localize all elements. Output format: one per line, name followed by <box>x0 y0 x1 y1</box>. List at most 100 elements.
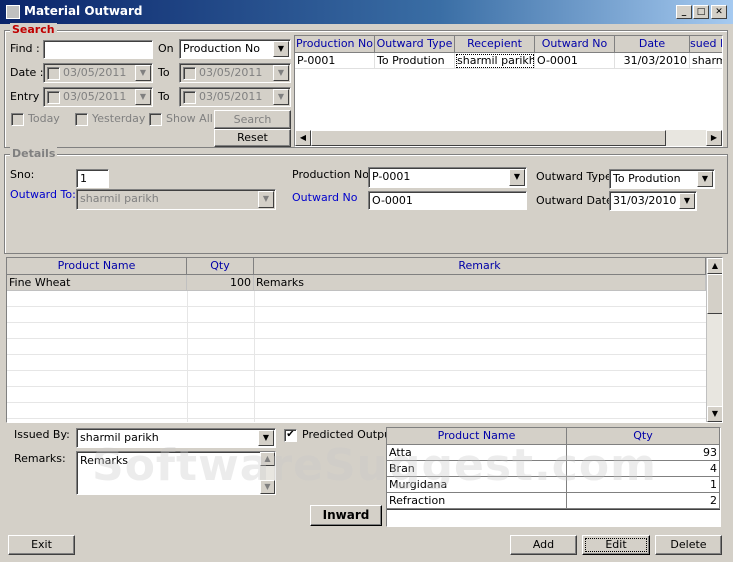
chevron-down-icon[interactable]: ▼ <box>697 171 713 187</box>
chevron-down-icon[interactable]: ▼ <box>509 169 525 186</box>
cell-issued-by: sharm <box>690 53 722 69</box>
outward-type-value: To Prodution <box>613 172 681 185</box>
inward-button[interactable]: Inward <box>310 505 382 526</box>
date-to-picker[interactable]: 03/05/2011 ▼ <box>179 63 291 83</box>
watermark: SoftwareSuggest.com <box>92 440 657 491</box>
yesterday-checkbox[interactable] <box>75 113 88 126</box>
cell-outward-no: O-0001 <box>535 53 615 69</box>
col-recepient[interactable]: Recepient <box>455 36 535 53</box>
entry-label: Entry : <box>10 90 47 103</box>
cell-qty: 100 <box>187 275 254 291</box>
scroll-thumb[interactable] <box>311 130 666 146</box>
table-row[interactable]: Fine Wheat 100 Remarks <box>7 275 706 291</box>
date-from-picker[interactable]: 03/05/2011 ▼ <box>43 63 153 83</box>
col-product-name[interactable]: Product Name <box>7 258 187 275</box>
search-on-select[interactable]: Production No ▼ <box>179 39 291 59</box>
entry-to-picker[interactable]: 03/05/2011 ▼ <box>179 87 291 107</box>
chevron-down-icon[interactable]: ▼ <box>273 65 289 81</box>
chevron-down-icon[interactable]: ▼ <box>135 89 151 105</box>
delete-button[interactable]: Delete <box>655 535 722 555</box>
col-outward-type[interactable]: Outward Type <box>375 36 455 53</box>
cell-outward-type: To Prodution <box>375 53 455 69</box>
chevron-down-icon[interactable]: ▼ <box>135 65 151 81</box>
entry-from-checkbox[interactable] <box>47 91 60 104</box>
cell-date: 31/03/2010 <box>615 53 690 69</box>
date-label: Date : <box>10 66 44 79</box>
grid-divider <box>187 291 188 422</box>
find-input[interactable] <box>43 40 153 59</box>
chevron-down-icon[interactable]: ▼ <box>258 191 274 208</box>
outward-date-picker[interactable]: 31/03/2010 ▼ <box>609 191 697 211</box>
app-icon <box>6 5 20 19</box>
output-total-row <box>387 509 720 526</box>
today-checkbox[interactable] <box>11 113 24 126</box>
outward-no-input[interactable]: O-0001 <box>368 191 527 210</box>
outward-to-label: Outward To: <box>10 188 76 201</box>
chevron-down-icon[interactable]: ▼ <box>679 193 695 209</box>
products-grid[interactable]: Product Name Qty Remark Fine Wheat 100 R… <box>6 257 723 423</box>
cell-product-name: Fine Wheat <box>7 275 187 291</box>
find-label: Find : <box>10 42 40 55</box>
search-results-grid[interactable]: Production No Outward Type Recepient Out… <box>294 35 723 147</box>
maximize-button[interactable]: □ <box>693 5 709 19</box>
table-row[interactable]: P-0001 To Prodution sharmil parikh O-000… <box>295 53 722 69</box>
chevron-down-icon[interactable]: ▼ <box>273 41 289 57</box>
col-issued-by[interactable]: sued E <box>690 36 722 53</box>
col-date[interactable]: Date <box>615 36 690 53</box>
sno-input[interactable]: 1 <box>76 169 109 188</box>
scroll-thumb[interactable] <box>707 274 722 314</box>
cell-remark: Remarks <box>254 275 706 291</box>
search-button[interactable]: Search <box>214 110 291 129</box>
table-row[interactable]: Refraction 2 <box>387 493 720 509</box>
empty-rows <box>7 291 706 422</box>
col-outward-no[interactable]: Outward No <box>535 36 615 53</box>
reset-button[interactable]: Reset <box>214 129 291 147</box>
search-legend: Search <box>10 23 57 36</box>
minimize-button[interactable]: _ <box>676 5 692 19</box>
production-no-select[interactable]: P-0001 ▼ <box>368 167 527 188</box>
showall-checkbox[interactable] <box>149 113 162 126</box>
entry-to-value: 03/05/2011 <box>199 90 263 103</box>
outward-date-value: 31/03/2010 <box>613 194 677 207</box>
window-title: Material Outward <box>24 4 143 18</box>
date-from-checkbox[interactable] <box>47 67 60 80</box>
col-qty[interactable]: Qty <box>187 258 254 275</box>
details-legend: Details <box>10 147 58 160</box>
exit-button[interactable]: Exit <box>8 535 75 555</box>
outward-to-value: sharmil parikh <box>80 192 159 205</box>
remarks-label: Remarks: <box>14 452 66 465</box>
cell-output-product: Refraction <box>387 493 567 509</box>
chevron-down-icon[interactable]: ▼ <box>273 89 289 105</box>
scroll-right-icon[interactable]: ▶ <box>706 130 722 146</box>
entry-from-picker[interactable]: 03/05/2011 ▼ <box>43 87 153 107</box>
col-remark[interactable]: Remark <box>254 258 706 275</box>
cell-recepient: sharmil parikh <box>455 53 535 69</box>
outward-no-label: Outward No <box>292 191 358 204</box>
entry-to-checkbox[interactable] <box>183 91 196 104</box>
date-to-value: 03/05/2011 <box>199 66 263 79</box>
close-button[interactable]: ✕ <box>711 5 727 19</box>
scroll-down-icon[interactable]: ▼ <box>707 406 722 422</box>
date-to-label: To <box>158 66 170 79</box>
sno-label: Sno: <box>10 168 35 181</box>
scroll-up-icon[interactable]: ▲ <box>707 258 722 274</box>
scroll-left-icon[interactable]: ◀ <box>295 130 311 146</box>
yesterday-label: Yesterday <box>92 112 146 125</box>
outward-type-select[interactable]: To Prodution ▼ <box>609 169 715 189</box>
add-button[interactable]: Add <box>510 535 577 555</box>
production-no-value: P-0001 <box>372 170 411 183</box>
col-production-no[interactable]: Production No <box>295 36 375 53</box>
entry-from-value: 03/05/2011 <box>63 90 127 103</box>
search-on-value: Production No <box>183 42 260 55</box>
outward-date-label: Outward Date: <box>536 194 617 207</box>
horizontal-scrollbar[interactable]: ◀ ▶ <box>295 130 722 146</box>
issued-by-label: Issued By: <box>14 428 70 441</box>
edit-button[interactable]: Edit <box>582 535 650 555</box>
production-no-label: Production No: <box>292 168 373 181</box>
date-to-checkbox[interactable] <box>183 67 196 80</box>
showall-label: Show All <box>166 112 213 125</box>
cell-production-no: P-0001 <box>295 53 375 69</box>
vertical-scrollbar[interactable]: ▲ ▼ <box>706 258 722 422</box>
title-bar: Material Outward _ □ ✕ <box>0 0 733 24</box>
outward-to-select[interactable]: sharmil parikh ▼ <box>76 189 276 210</box>
